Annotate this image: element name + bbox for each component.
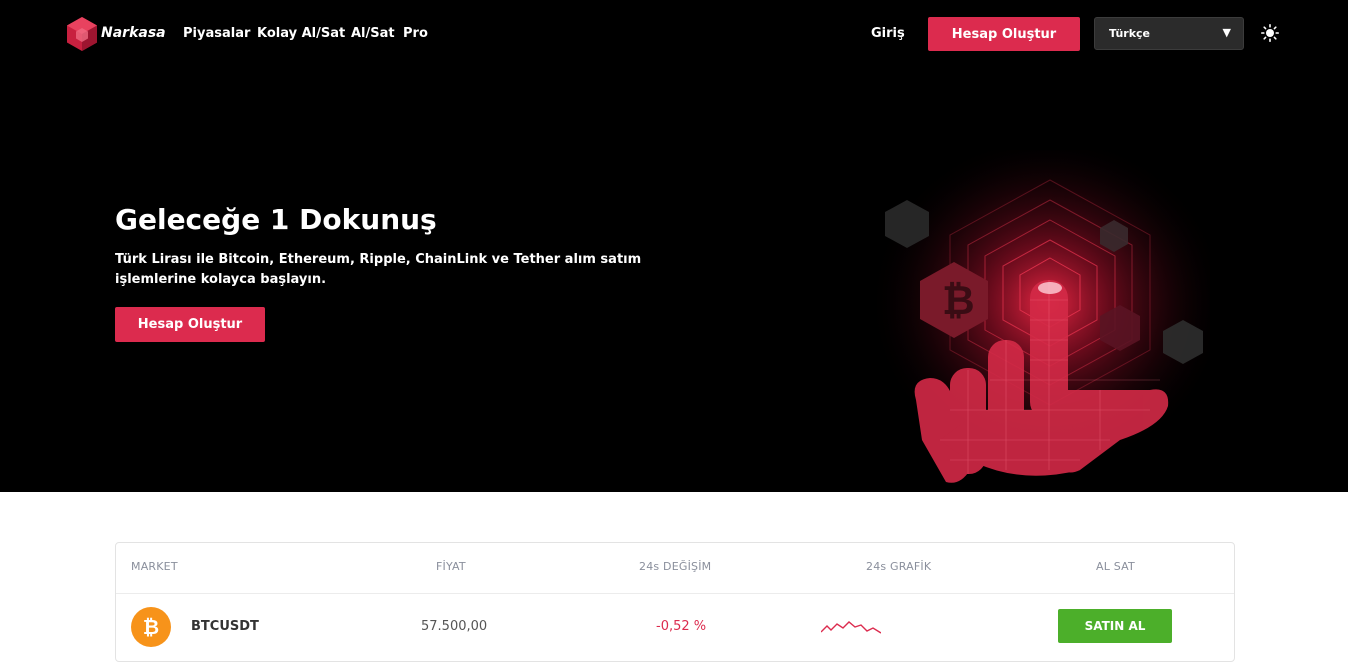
buy-button[interactable]: SATIN AL — [1058, 609, 1172, 643]
column-header-market[interactable]: MARKET — [131, 560, 178, 573]
caret-down-icon: ▼ — [1222, 26, 1231, 39]
nav-link-al-sat[interactable]: Al/Sat — [351, 26, 395, 41]
market-pair[interactable]: BTCUSDT — [191, 619, 259, 634]
hero-signup-button[interactable]: Hesap Oluştur — [115, 307, 265, 342]
nav-link-kolay-al-sat[interactable]: Kolay Al/Sat — [257, 26, 345, 41]
hero-subtitle: Türk Lirası ile Bitcoin, Ethereum, Rippl… — [115, 252, 642, 287]
language-select[interactable]: Türkçe ▼ — [1094, 17, 1244, 50]
sparkline-chart — [821, 621, 881, 634]
column-header-price[interactable]: FİYAT — [436, 560, 466, 573]
bitcoin-icon: ₿ — [131, 607, 171, 647]
hero-title: Geleceğe 1 Dokunuş — [115, 203, 437, 236]
language-value: Türkçe — [1109, 27, 1151, 40]
sun-icon[interactable] — [1261, 24, 1279, 42]
narkasa-logo-icon[interactable] — [66, 16, 98, 52]
signup-button[interactable]: Hesap Oluştur — [928, 17, 1080, 51]
svg-text:₿: ₿ — [942, 278, 975, 324]
column-header-buy-sell: AL SAT — [1096, 560, 1135, 573]
table-row[interactable]: ₿ BTCUSDT 57.500,00 -0,52 % SATIN AL — [116, 593, 1234, 661]
touch-hand-illustration: ₿ — [850, 150, 1210, 490]
column-header-change[interactable]: 24s DEĞİŞİM — [639, 560, 711, 573]
market-table: MARKET FİYAT 24s DEĞİŞİM 24s GRAFİK AL S… — [115, 542, 1235, 662]
nav-link-piyasalar[interactable]: Piyasalar — [183, 26, 250, 41]
market-change: -0,52 % — [656, 619, 707, 634]
market-price: 57.500,00 — [421, 619, 488, 634]
login-link[interactable]: Giriş — [871, 26, 905, 41]
brand-name[interactable]: Narkasa — [101, 25, 166, 41]
nav-link-pro[interactable]: Pro — [403, 26, 428, 41]
hero-section: Narkasa Piyasalar Kolay Al/Sat Al/Sat Pr… — [0, 0, 1348, 492]
column-header-chart: 24s GRAFİK — [866, 560, 932, 573]
